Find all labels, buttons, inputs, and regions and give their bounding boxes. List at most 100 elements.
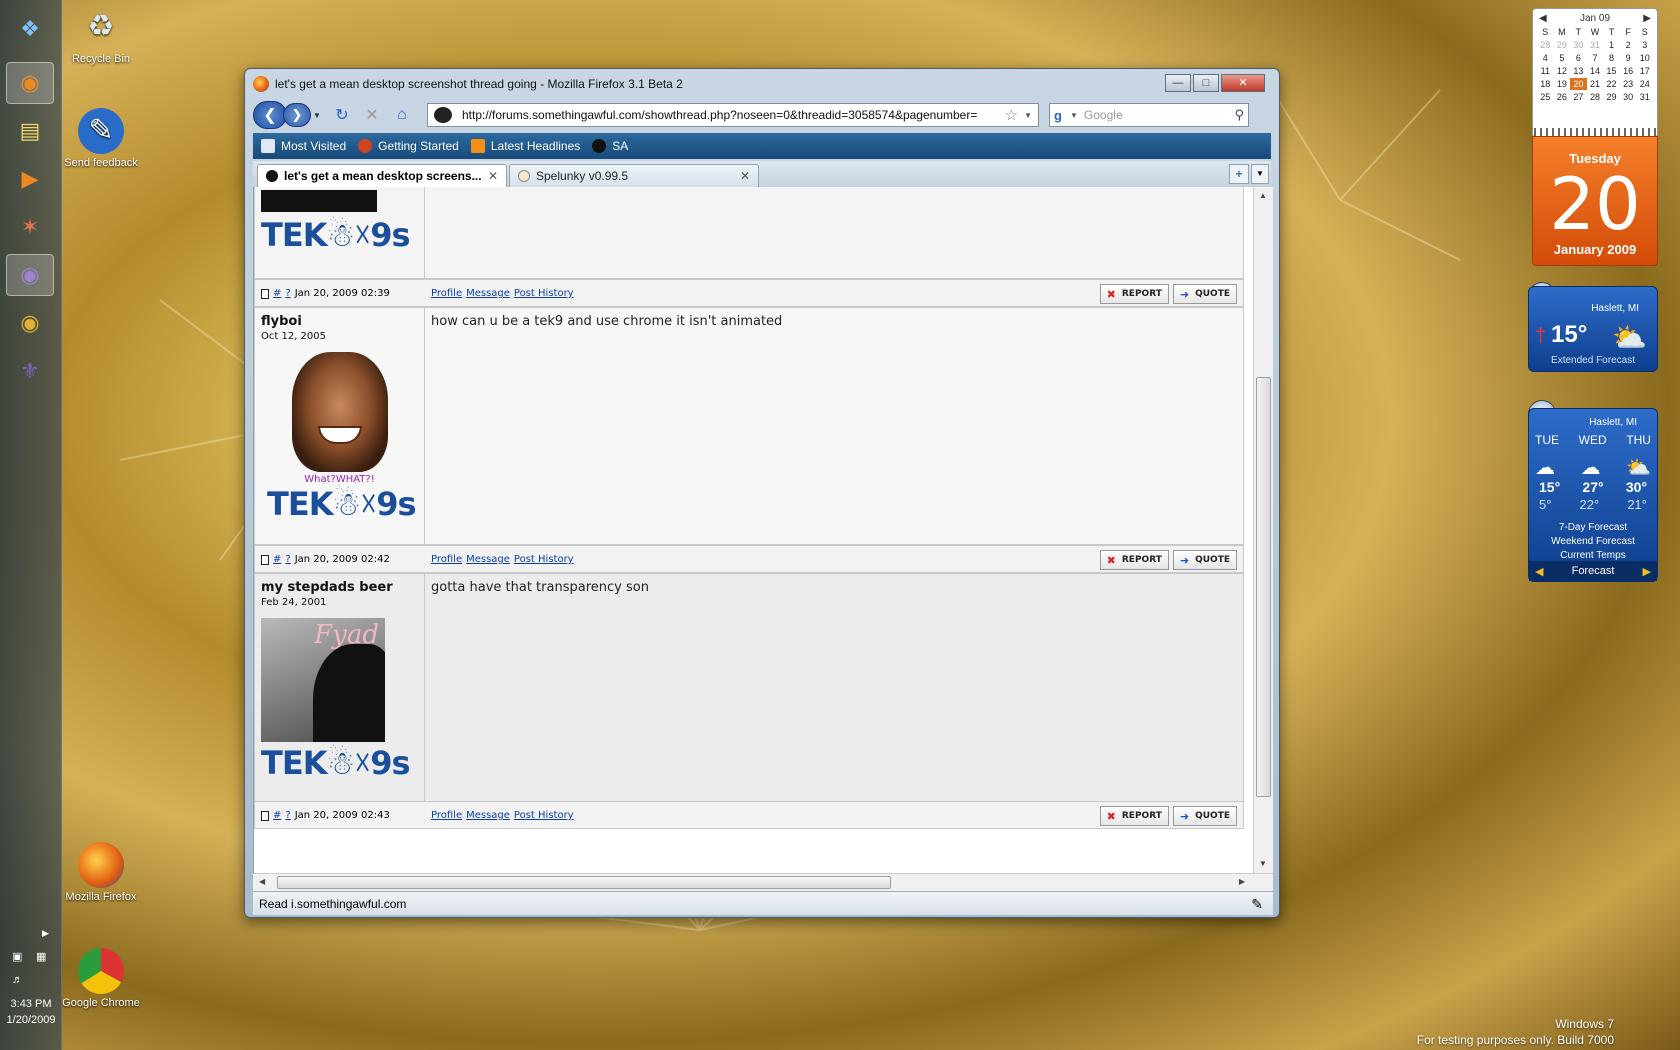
tab-thread[interactable]: let's get a mean desktop screens... ✕ xyxy=(257,164,507,187)
weekend-forecast-link[interactable]: Weekend Forecast xyxy=(1529,535,1657,549)
calendar-day[interactable]: 30 xyxy=(1620,91,1637,103)
desktop-icon-firefox[interactable]: Mozilla Firefox xyxy=(62,842,140,904)
taskbar-wow[interactable]: ◉ xyxy=(6,302,54,344)
engine-dropdown-icon[interactable]: ▼ xyxy=(1070,111,1078,120)
search-box[interactable]: g ▼ Google ⚲ xyxy=(1049,103,1249,127)
calendar-day[interactable]: 9 xyxy=(1620,52,1637,64)
calendar-day[interactable]: 15 xyxy=(1603,65,1620,77)
weather-gadget-forecast[interactable]: Haslett, MI TUE WED THU ☁ ☁ ⛅ 15° 27° 30… xyxy=(1528,408,1658,582)
quote-button[interactable]: ➜ QUOTE xyxy=(1172,806,1237,826)
calendar-day[interactable]: 3 xyxy=(1636,39,1653,51)
network-icon[interactable]: ▣ xyxy=(12,950,22,963)
google-engine-icon[interactable]: g xyxy=(1054,108,1068,123)
forward-button[interactable]: ❯ xyxy=(283,103,311,127)
calendar-gadget-day[interactable]: Tuesday 20 January 2009 xyxy=(1532,136,1658,266)
calendar-day[interactable]: 22 xyxy=(1603,78,1620,90)
taskbar-pidgin[interactable]: ◉ xyxy=(6,254,54,296)
search-icon[interactable]: ⚲ xyxy=(1234,107,1244,123)
calendar-day[interactable]: 10 xyxy=(1636,52,1653,64)
report-button[interactable]: ✖ REPORT xyxy=(1099,284,1169,304)
calendar-day[interactable]: 25 xyxy=(1537,91,1554,103)
calendar-day[interactable]: 21 xyxy=(1587,78,1604,90)
prev-view-icon[interactable]: ◀ xyxy=(1535,565,1543,578)
post-username[interactable]: my stepdads beer xyxy=(261,580,418,595)
tab-close-icon[interactable]: ✕ xyxy=(488,169,498,183)
tray-expand-icon[interactable]: ▶ xyxy=(42,928,49,939)
profile-link[interactable]: Profile xyxy=(431,554,462,565)
post-link[interactable]: # xyxy=(273,554,281,565)
volume-icon[interactable]: ♬ xyxy=(12,974,23,986)
horizontal-scrollbar[interactable]: ◀ ▶ xyxy=(253,873,1273,891)
back-button[interactable]: ❮ xyxy=(253,101,287,129)
calendar-day[interactable]: 27 xyxy=(1570,91,1587,103)
calendar-day[interactable]: 8 xyxy=(1603,52,1620,64)
new-tab-button[interactable]: + xyxy=(1229,164,1249,184)
calendar-day[interactable]: 17 xyxy=(1636,65,1653,77)
calendar-day[interactable]: 28 xyxy=(1587,91,1604,103)
scroll-down-icon[interactable]: ▼ xyxy=(1259,859,1267,868)
desktop-icon-send-feedback[interactable]: ✎ Send feedback xyxy=(62,108,140,170)
action-center-icon[interactable]: ▦ xyxy=(36,950,46,963)
calendar-day[interactable]: 24 xyxy=(1636,78,1653,90)
vertical-scrollbar[interactable]: ▲ ▼ xyxy=(1253,187,1273,873)
next-month-icon[interactable]: ▶ xyxy=(1643,13,1651,24)
message-link[interactable]: Message xyxy=(466,288,510,299)
user-posts-link[interactable]: ? xyxy=(285,810,290,821)
desktop-icon-recycle-bin[interactable]: ♻ Recycle Bin xyxy=(62,4,140,66)
home-button[interactable]: ⌂ xyxy=(390,103,414,127)
report-button[interactable]: ✖ REPORT xyxy=(1099,806,1169,826)
bookmark-sa[interactable]: SA xyxy=(592,139,628,153)
horizontal-scroll-thumb[interactable] xyxy=(277,876,891,889)
bookmark-most-visited[interactable]: Most Visited xyxy=(261,139,346,153)
profile-link[interactable]: Profile xyxy=(431,810,462,821)
post-username[interactable]: flyboi xyxy=(261,314,418,329)
history-dropdown-icon[interactable]: ▼ xyxy=(313,111,323,120)
bookmark-getting-started[interactable]: Getting Started xyxy=(358,139,459,153)
post-link[interactable]: # xyxy=(273,810,281,821)
bookmark-star-icon[interactable]: ☆ xyxy=(1005,106,1018,124)
report-button[interactable]: ✖ REPORT xyxy=(1099,550,1169,570)
post-link[interactable]: # xyxy=(273,288,281,299)
user-posts-link[interactable]: ? xyxy=(285,554,290,565)
calendar-day[interactable]: 4 xyxy=(1537,52,1554,64)
list-all-tabs-button[interactable]: ▼ xyxy=(1251,164,1269,184)
tab-close-icon[interactable]: ✕ xyxy=(740,169,750,183)
tab-spelunky[interactable]: Spelunky v0.99.5 ✕ xyxy=(509,164,759,187)
scroll-left-icon[interactable]: ◀ xyxy=(259,877,265,886)
scroll-up-icon[interactable]: ▲ xyxy=(1259,191,1267,200)
profile-link[interactable]: Profile xyxy=(431,288,462,299)
taskbar-media-player[interactable]: ▶ xyxy=(6,158,54,200)
calendar-day[interactable]: 13 xyxy=(1570,65,1587,77)
calendar-gadget-mini[interactable]: ◀ Jan 09 ▶ S M T W T F S 28 29 30 31 1 2 3 4 5 6 7 8 9 10 11 1… xyxy=(1532,8,1658,138)
maximize-button[interactable]: □ xyxy=(1193,74,1219,92)
calendar-day[interactable]: 28 xyxy=(1537,39,1554,51)
quote-button[interactable]: ➜ QUOTE xyxy=(1172,284,1237,304)
title-bar[interactable]: let's get a mean desktop screenshot thre… xyxy=(253,73,1271,95)
minimize-button[interactable]: — xyxy=(1165,74,1191,92)
calendar-day[interactable]: 31 xyxy=(1636,91,1653,103)
calendar-day[interactable]: 26 xyxy=(1554,91,1571,103)
calendar-day[interactable]: 6 xyxy=(1570,52,1587,64)
taskbar-firefox[interactable]: ◉ xyxy=(6,62,54,104)
message-link[interactable]: Message xyxy=(466,554,510,565)
calendar-day[interactable]: 20 xyxy=(1570,78,1587,90)
reload-button[interactable]: ↻ xyxy=(330,103,354,127)
url-dropdown-icon[interactable]: ▼ xyxy=(1024,111,1032,120)
close-button[interactable]: ✕ xyxy=(1221,74,1265,92)
post-history-link[interactable]: Post History xyxy=(514,810,574,821)
user-posts-link[interactable]: ? xyxy=(285,288,290,299)
taskbar-app[interactable]: ✶ xyxy=(6,206,54,248)
calendar-day[interactable]: 14 xyxy=(1587,65,1604,77)
stop-button[interactable]: ✕ xyxy=(360,103,384,127)
extended-forecast-link[interactable]: Extended Forecast xyxy=(1529,355,1657,366)
calendar-day[interactable]: 31 xyxy=(1587,39,1604,51)
quote-button[interactable]: ➜ QUOTE xyxy=(1172,550,1237,570)
message-link[interactable]: Message xyxy=(466,810,510,821)
calendar-day[interactable]: 5 xyxy=(1554,52,1571,64)
vertical-scroll-thumb[interactable] xyxy=(1256,377,1271,797)
calendar-day[interactable]: 30 xyxy=(1570,39,1587,51)
url-bar[interactable]: http://forums.somethingawful.com/showthr… xyxy=(427,103,1039,127)
bookmark-latest-headlines[interactable]: Latest Headlines xyxy=(470,139,580,153)
weather-gadget-small[interactable]: Haslett, MI † 15° ⛅ Extended Forecast xyxy=(1528,286,1658,372)
calendar-day[interactable]: 23 xyxy=(1620,78,1637,90)
